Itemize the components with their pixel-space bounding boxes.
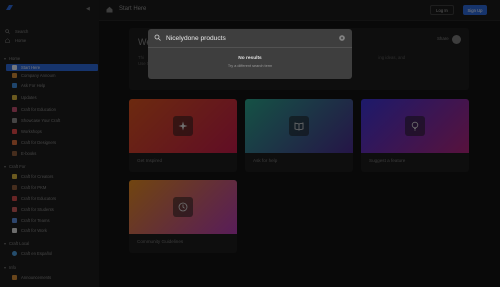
clear-search-icon[interactable] [339, 35, 345, 41]
no-results-hint: Try a different search term [227, 64, 273, 68]
modal-divider [148, 47, 352, 48]
no-results-title: No results [238, 56, 262, 61]
search-modal: No results Try a different search term [148, 29, 352, 79]
search-icon [154, 34, 161, 41]
search-input[interactable] [166, 33, 336, 43]
